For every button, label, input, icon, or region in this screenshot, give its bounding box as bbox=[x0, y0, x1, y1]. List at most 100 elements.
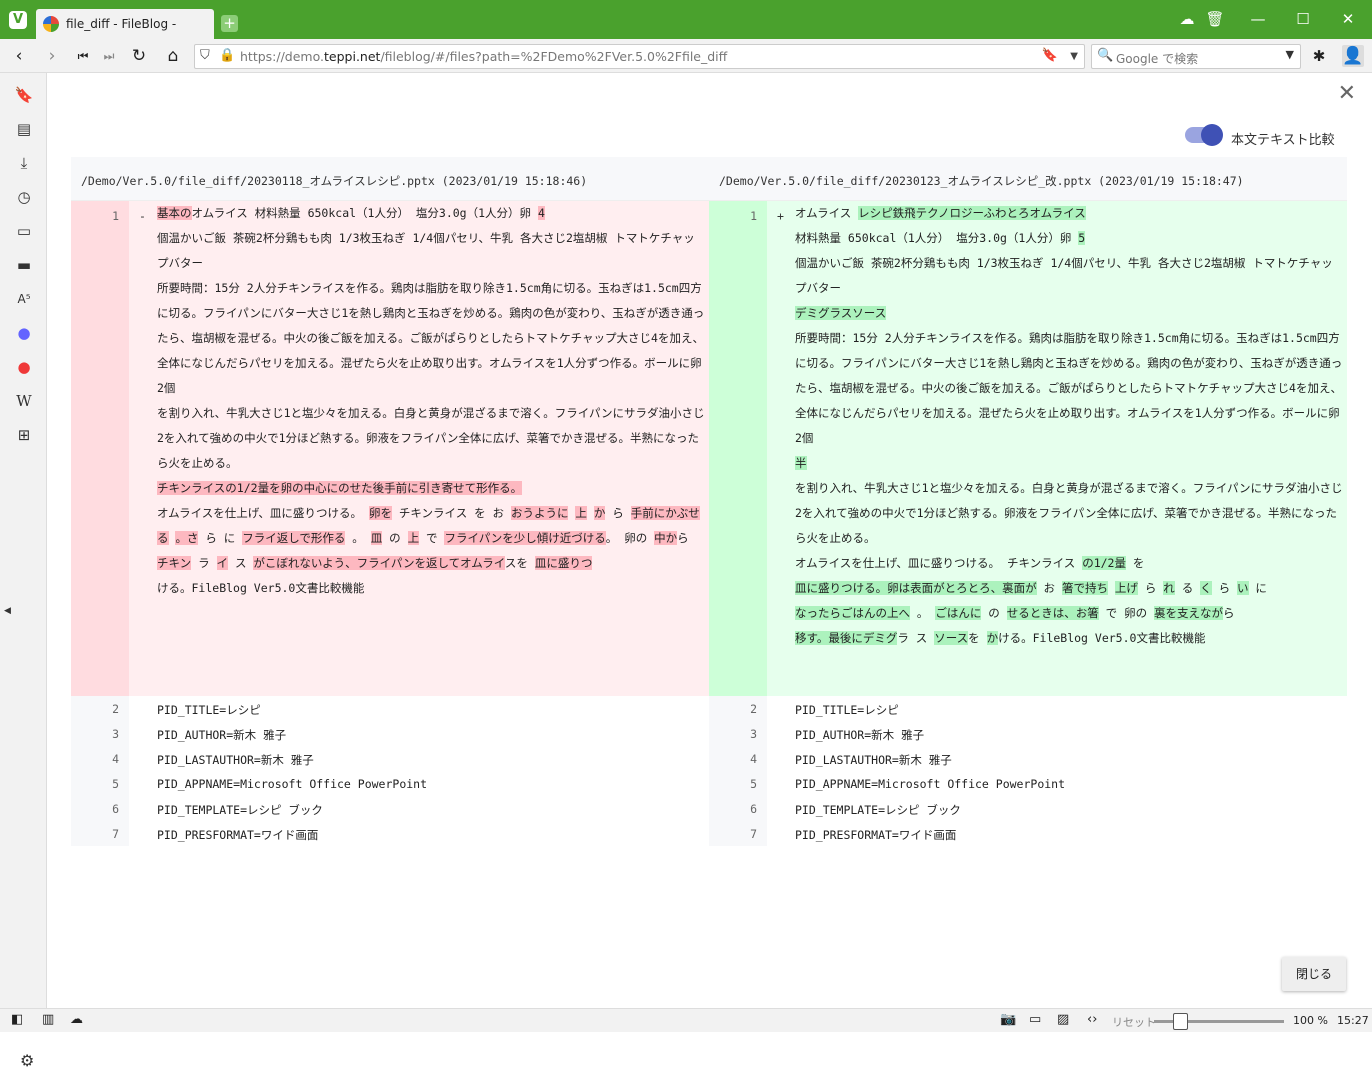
search-engine-dropdown-icon[interactable]: ▼ bbox=[1286, 48, 1294, 61]
sync-cloud-icon[interactable]: ☁ bbox=[70, 1012, 83, 1027]
capture-camera-icon[interactable]: 📷 bbox=[1000, 1012, 1016, 1027]
shield-icon[interactable]: ⛉ bbox=[200, 48, 210, 63]
mastodon-icon[interactable]: ● bbox=[14, 323, 34, 343]
diff-line: 所要時間：15分 2人分チキンライスを作る。鶏肉は脂肪を取り除き1.5cm角に切… bbox=[795, 326, 1343, 451]
search-field[interactable]: 🔍 Google で検索 ▼ bbox=[1091, 44, 1301, 69]
text-compare-toggle[interactable] bbox=[1185, 124, 1223, 146]
diff-line: を割り入れ、牛乳大さじ1と塩少々を加える。白身と黄身が混ざるまで溶く。フライパン… bbox=[157, 401, 705, 476]
settings-gear-icon[interactable]: ⚙ bbox=[20, 1051, 34, 1070]
changed-segment: 半 bbox=[795, 456, 807, 470]
close-window-icon[interactable]: ✕ bbox=[1334, 10, 1362, 28]
fast-forward-icon[interactable]: ⏭ bbox=[98, 45, 120, 67]
window-panel-icon[interactable]: ▬ bbox=[14, 255, 34, 275]
new-tab-icon[interactable]: + bbox=[221, 15, 238, 32]
changed-segment: ごはんに bbox=[935, 606, 982, 620]
line-number: 5 bbox=[71, 771, 129, 796]
line-number: 6 bbox=[71, 796, 129, 821]
reload-icon[interactable]: ↻ bbox=[128, 45, 150, 67]
context-line: 2 PID_TITLE=レシピ bbox=[709, 696, 1347, 721]
forward-icon[interactable]: › bbox=[41, 45, 63, 67]
text-segment: 。 bbox=[910, 606, 936, 620]
minimize-icon[interactable]: — bbox=[1244, 10, 1272, 28]
right-pane: /Demo/Ver.5.0/file_diff/20230123_オムライスレシ… bbox=[709, 157, 1347, 846]
url-dropdown-icon[interactable]: ▼ bbox=[1070, 51, 1078, 62]
left-file-header: /Demo/Ver.5.0/file_diff/20230118_オムライスレシ… bbox=[71, 157, 709, 201]
reading-list-icon[interactable]: ▤ bbox=[14, 119, 34, 139]
close-button[interactable]: 閉じる bbox=[1282, 957, 1346, 991]
wikipedia-icon[interactable]: W bbox=[14, 391, 34, 411]
changed-segment: れ bbox=[1163, 581, 1175, 595]
text-segment: の bbox=[382, 531, 408, 545]
text-segment: ス bbox=[228, 556, 254, 570]
text-segment: オムライスを仕上げ、皿に盛りつける。 bbox=[157, 506, 369, 520]
changed-segment: 。さ bbox=[175, 531, 199, 545]
maximize-icon[interactable]: ☐ bbox=[1289, 10, 1317, 28]
changed-segment: か bbox=[986, 631, 999, 645]
vivaldi-menu-icon[interactable]: V bbox=[9, 11, 27, 29]
changed-segment: く bbox=[1200, 581, 1212, 595]
images-icon[interactable]: ▨ bbox=[1057, 1012, 1069, 1027]
add-panel-icon[interactable]: ⊞ bbox=[14, 425, 34, 445]
diff-dialog: ✕ 本文テキスト比較 /Demo/Ver.5.0/file_diff/20230… bbox=[48, 73, 1372, 1008]
trash-icon[interactable]: 🗑 bbox=[1201, 10, 1229, 28]
line-text: PID_TITLE=レシピ bbox=[157, 703, 261, 717]
cloud-sync-icon[interactable]: ☁ bbox=[1173, 10, 1201, 28]
history-icon[interactable]: ◷ bbox=[14, 187, 34, 207]
changed-segment: 箸で持ち bbox=[1061, 581, 1108, 595]
panel-toggle-icon[interactable]: ◧ bbox=[11, 1012, 23, 1027]
panel-collapse-icon[interactable]: ◀ bbox=[4, 606, 11, 616]
line-text: PID_LASTAUTHOR=新木 雅子 bbox=[795, 753, 952, 767]
rewind-icon[interactable]: ⏮ bbox=[72, 45, 94, 67]
text-segment: ら bbox=[1211, 581, 1237, 595]
translate-icon[interactable]: A⁵ bbox=[14, 289, 34, 309]
diff-line: 材料熱量 650kcal（1人分） 塩分3.0g（1人分）卵 5 bbox=[795, 226, 1343, 251]
vivaldi-icon[interactable]: ● bbox=[14, 357, 34, 377]
diff-line: オムライスを仕上げ、皿に盛りつける。 チキンライス の1/2量 を bbox=[795, 551, 1343, 576]
notes-icon[interactable]: ▭ bbox=[14, 221, 34, 241]
downloads-icon[interactable]: ⤓ bbox=[14, 153, 34, 173]
diff-line: を割り入れ、牛乳大さじ1と塩少々を加える。白身と黄身が混ざるまで溶く。フライパン… bbox=[795, 476, 1343, 551]
text-segment: ける。FileBlog Ver5.0文書比較機能 bbox=[157, 581, 365, 595]
back-icon[interactable]: ‹ bbox=[8, 45, 30, 67]
extensions-icon[interactable]: ✱ bbox=[1308, 45, 1330, 67]
diff-line: 個温かいご飯 茶碗2杯分鶏もも肉 1/3枚玉ねぎ 1/4個パセリ、牛乳 各大さじ… bbox=[157, 226, 705, 276]
line-text: PID_AUTHOR=新木 雅子 bbox=[157, 728, 287, 742]
lock-icon[interactable]: 🔒 bbox=[219, 48, 235, 63]
text-segment: を bbox=[1125, 556, 1145, 570]
zoom-slider-handle[interactable] bbox=[1173, 1013, 1188, 1030]
active-tab[interactable]: file_diff - FileBlog - bbox=[36, 9, 214, 39]
text-segment: を割り入れ、牛乳大さじ1と塩少々を加える。白身と黄身が混ざるまで溶く。フライパン… bbox=[157, 406, 705, 470]
home-icon[interactable]: ⌂ bbox=[162, 45, 184, 67]
line-number: 2 bbox=[71, 696, 129, 721]
zoom-reset[interactable]: リセット bbox=[1112, 1014, 1156, 1030]
text-segment: 材料熱量 650kcal（1人分） 塩分3.0g（1人分）卵 bbox=[795, 231, 1079, 245]
context-line: 6 PID_TEMPLATE=レシピ ブック bbox=[709, 796, 1347, 821]
line-number: 7 bbox=[71, 821, 129, 846]
text-segment: を割り入れ、牛乳大さじ1と塩少々を加える。白身と黄身が混ざるまで溶く。フライパン… bbox=[795, 481, 1343, 545]
context-line: 5 PID_APPNAME=Microsoft Office PowerPoint bbox=[71, 771, 709, 796]
dialog-close-icon[interactable]: ✕ bbox=[1338, 81, 1356, 106]
line-number: 6 bbox=[709, 796, 767, 821]
line-number: 1 bbox=[71, 201, 129, 696]
page-actions-icon[interactable]: ‹› bbox=[1087, 1012, 1097, 1027]
diff-line: なったらごはんの上へ 。 ごはんに の せるときは、お箸 で 卵の 裏を支えなが… bbox=[795, 601, 1343, 626]
tile-tabs-icon[interactable]: ▥ bbox=[42, 1012, 54, 1027]
text-segment: の bbox=[981, 606, 1007, 620]
diff-line: 移す。最後にデミグラ ス ソースを かける。FileBlog Ver5.0文書比… bbox=[795, 626, 1343, 651]
bookmarks-panel-icon[interactable]: 🔖 bbox=[14, 85, 34, 105]
right-file-header: /Demo/Ver.5.0/file_diff/20230123_オムライスレシ… bbox=[709, 157, 1347, 201]
diff-line: 所要時間：15分 2人分チキンライスを作る。鶏肉は脂肪を取り除き1.5cm角に切… bbox=[157, 276, 705, 401]
text-compare-label: 本文テキスト比較 bbox=[1231, 133, 1335, 148]
fileblog-favicon-icon bbox=[43, 16, 59, 32]
bookmark-icon[interactable]: 🔖 bbox=[1042, 48, 1058, 63]
changed-segment: 卵を bbox=[368, 506, 392, 520]
profile-avatar-icon[interactable]: 👤 bbox=[1342, 45, 1364, 67]
text-segment: 。 bbox=[345, 531, 371, 545]
window-icon[interactable]: ▭ bbox=[1029, 1012, 1041, 1027]
address-bar[interactable]: ⛉ 🔒 https://demo.teppi.net/fileblog/#/fi… bbox=[194, 44, 1085, 69]
text-segment: る bbox=[1174, 581, 1201, 595]
text-segment: 個温かいご飯 茶碗2杯分鶏もも肉 1/3枚玉ねぎ 1/4個パセリ、牛乳 各大さじ… bbox=[795, 256, 1333, 295]
changed-segment: ソース bbox=[934, 631, 969, 645]
diff-line: デミグラスソース bbox=[795, 301, 1343, 326]
line-text: PID_TITLE=レシピ bbox=[795, 703, 899, 717]
